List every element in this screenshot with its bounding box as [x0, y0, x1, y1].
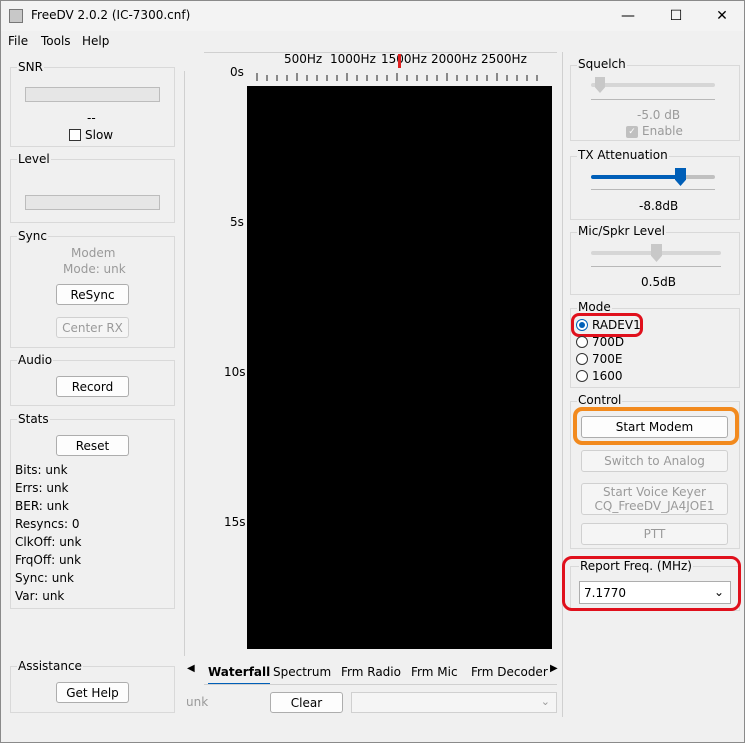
tab-frm-decoder[interactable]: Frm Decoder: [471, 661, 548, 683]
switch-to-analog-button[interactable]: Switch to Analog: [581, 450, 728, 472]
tx-attenuation-track: [591, 175, 715, 179]
bottom-dropdown[interactable]: ⌄: [351, 692, 557, 713]
mode-label: Mode: [577, 300, 612, 314]
waterfall-display[interactable]: [247, 86, 552, 649]
ptt-button[interactable]: PTT: [581, 523, 728, 545]
enable-checkbox[interactable]: ✓: [626, 126, 638, 138]
record-button[interactable]: Record: [56, 376, 129, 397]
squelch-label: Squelch: [577, 57, 627, 71]
slow-label: Slow: [85, 128, 114, 142]
tx-attenuation-label: TX Attenuation: [577, 148, 669, 162]
sync-mode: Mode: unk: [63, 262, 126, 276]
status-text: unk: [186, 695, 209, 709]
level-meter: [25, 195, 160, 210]
stat-ber: BER: unk: [15, 499, 69, 513]
menu-help[interactable]: Help: [82, 34, 109, 48]
enable-label: Enable: [642, 124, 683, 138]
tab-frm-mic[interactable]: Frm Mic: [411, 661, 458, 683]
time-label-0s: 0s: [230, 65, 244, 79]
mode-radio-1600[interactable]: [576, 370, 588, 382]
voice-keyer-button[interactable]: Start Voice Keyer CQ_FreeDV_JA4JOE1: [581, 483, 728, 515]
mode-option-700d: 700D: [592, 335, 625, 349]
tx-attenuation-value: -8.8dB: [639, 199, 679, 213]
title-bar: FreeDV 2.0.2 (IC-7300.cnf) — ☐ ✕: [1, 1, 744, 31]
stat-errs: Errs: unk: [15, 481, 69, 495]
center-rx-button[interactable]: Center RX: [56, 317, 129, 338]
squelch-ticks: [591, 99, 715, 102]
freq-label-1500: 1500Hz: [381, 52, 427, 66]
stats-label: Stats: [17, 412, 50, 426]
stat-sync: Sync: unk: [15, 571, 74, 585]
tab-spectrum[interactable]: Spectrum: [273, 661, 331, 683]
stat-clkoff: ClkOff: unk: [15, 535, 82, 549]
right-divider: [562, 52, 563, 717]
close-button[interactable]: ✕: [699, 1, 745, 31]
report-freq-highlight: [562, 556, 741, 611]
snr-label: SNR: [17, 60, 44, 74]
stat-var: Var: unk: [15, 589, 65, 603]
mode-option-1600: 1600: [592, 369, 623, 383]
time-label-10s: 10s: [224, 365, 246, 379]
mode-option-700e: 700E: [592, 352, 623, 366]
tab-divider: [204, 684, 557, 685]
tuning-marker[interactable]: [398, 54, 401, 68]
tx-attenuation-ticks: [591, 189, 715, 192]
reset-button[interactable]: Reset: [56, 435, 129, 456]
tab-scroll-right-icon[interactable]: ▶: [550, 663, 558, 674]
menu-bar: File Tools Help: [1, 32, 744, 51]
mode-radio-700d[interactable]: [576, 336, 588, 348]
voice-keyer-line2: CQ_FreeDV_JA4JOE1: [594, 499, 715, 513]
menu-tools[interactable]: Tools: [41, 34, 71, 48]
frequency-ruler: [256, 73, 538, 81]
squelch-slider-track: [591, 83, 715, 87]
mode-radio-700e[interactable]: [576, 353, 588, 365]
control-label: Control: [577, 393, 623, 407]
app-window: FreeDV 2.0.2 (IC-7300.cnf) — ☐ ✕ File To…: [0, 0, 745, 743]
sync-modem: Modem: [71, 246, 116, 260]
tab-frm-radio[interactable]: Frm Radio: [341, 661, 401, 683]
snr-value: --: [87, 111, 96, 125]
mic-spkr-label: Mic/Spkr Level: [577, 224, 666, 238]
mic-spkr-value: 0.5dB: [641, 275, 676, 289]
slow-checkbox[interactable]: [69, 129, 81, 141]
voice-keyer-line1: Start Voice Keyer: [603, 485, 706, 499]
stat-resyncs: Resyncs: 0: [15, 517, 80, 531]
minimize-button[interactable]: —: [605, 1, 651, 31]
clear-button[interactable]: Clear: [270, 692, 343, 713]
stat-bits: Bits: unk: [15, 463, 68, 477]
assistance-label: Assistance: [17, 659, 83, 673]
level-label: Level: [17, 152, 51, 166]
snr-meter: [25, 87, 160, 102]
tab-waterfall[interactable]: Waterfall: [208, 661, 271, 685]
stat-frqoff: FrqOff: unk: [15, 553, 82, 567]
time-label-5s: 5s: [230, 215, 244, 229]
left-divider: [184, 71, 185, 656]
start-modem-highlight: [573, 407, 739, 445]
freq-label-500: 500Hz: [284, 52, 323, 66]
time-label-15s: 15s: [224, 515, 246, 529]
app-icon: [9, 9, 23, 23]
mic-spkr-ticks: [591, 266, 721, 269]
radev1-highlight: [571, 313, 643, 337]
freq-label-2000: 2000Hz: [431, 52, 477, 66]
get-help-button[interactable]: Get Help: [56, 682, 129, 703]
squelch-value: -5.0 dB: [637, 108, 681, 122]
level-group: [10, 159, 175, 223]
tab-scroll-left-icon[interactable]: ◀: [187, 663, 195, 674]
freq-label-2500: 2500Hz: [481, 52, 527, 66]
sync-label: Sync: [17, 229, 48, 243]
resync-button[interactable]: ReSync: [56, 284, 129, 305]
audio-label: Audio: [17, 353, 54, 367]
freq-label-1000: 1000Hz: [330, 52, 376, 66]
menu-file[interactable]: File: [8, 34, 28, 48]
bottom-dropdown-chevron-icon: ⌄: [540, 695, 550, 708]
maximize-button[interactable]: ☐: [653, 1, 699, 31]
window-title: FreeDV 2.0.2 (IC-7300.cnf): [31, 8, 191, 22]
